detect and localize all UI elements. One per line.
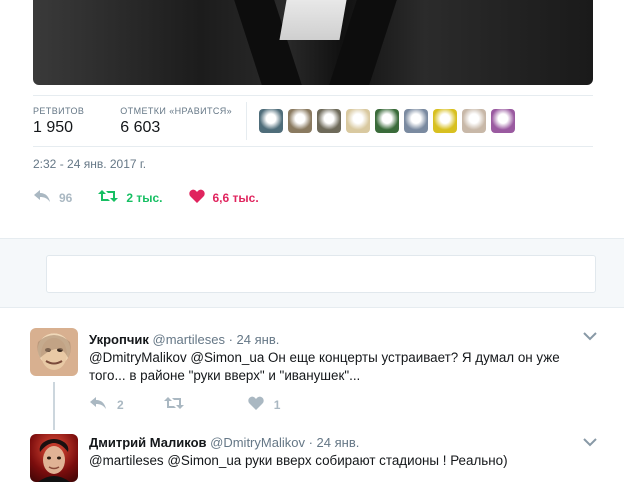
- liker-avatars: [259, 109, 516, 133]
- avatar[interactable]: [30, 434, 78, 482]
- separator-dot: ·: [228, 332, 233, 347]
- photo-detail: [279, 0, 347, 40]
- like-button[interactable]: 6,6 тыс.: [188, 188, 259, 208]
- chevron-down-icon[interactable]: [583, 330, 597, 344]
- reply-text: @DmitryMalikov @Simon_ua Он еще концерты…: [89, 349, 589, 385]
- avatar-face-icon: [37, 335, 71, 370]
- liker-avatar[interactable]: [317, 109, 342, 133]
- reply-header: Укропчик @martileses · 24 янв.: [89, 332, 279, 347]
- reply-actions: 2 1: [89, 396, 320, 413]
- reply-button[interactable]: 96: [33, 188, 72, 208]
- heart-icon: [188, 188, 205, 208]
- liker-avatar[interactable]: [404, 109, 429, 133]
- tweet-actions: 96 2 тыс. 6,6 тыс.: [33, 188, 285, 208]
- reply-header: Дмитрий Маликов @DmitryMalikov · 24 янв.: [89, 435, 359, 450]
- retweet-button[interactable]: 2 тыс.: [98, 188, 163, 208]
- liker-avatar[interactable]: [259, 109, 284, 133]
- retweets-stat[interactable]: РЕТВИТОВ 1 950: [33, 106, 120, 137]
- author-handle[interactable]: @martileses: [153, 332, 225, 347]
- retweet-count: 2 тыс.: [126, 191, 163, 205]
- reply-icon: [33, 188, 51, 208]
- reply-text-line: того... в районе "руки вверх" и "ивануше…: [89, 368, 361, 383]
- separator-dot: ·: [308, 435, 313, 450]
- likes-value: 6 603: [120, 118, 161, 136]
- liker-avatar[interactable]: [462, 109, 487, 133]
- retweet-icon: [98, 188, 119, 208]
- tweet-stats: РЕТВИТОВ 1 950 ОТМЕТКИ «НРАВИТСЯ» 6 603: [33, 95, 593, 147]
- reply-text-line: @martileses @Simon_ua руки вверх собираю…: [89, 453, 508, 468]
- author-name[interactable]: Дмитрий Маликов: [89, 435, 207, 450]
- reply-text-line: @DmitryMalikov @Simon_ua Он еще концерты…: [89, 350, 560, 365]
- likes-stat[interactable]: ОТМЕТКИ «НРАВИТСЯ» 6 603: [120, 102, 248, 140]
- reply-area: [0, 238, 624, 308]
- chevron-down-icon[interactable]: [583, 436, 597, 450]
- likes-label: ОТМЕТКИ «НРАВИТСЯ»: [120, 105, 233, 116]
- tweet-photo[interactable]: [33, 0, 593, 85]
- tweet-timestamp: 2:32 - 24 янв. 2017 г.: [33, 157, 147, 171]
- reply-time[interactable]: 24 янв.: [237, 332, 280, 347]
- avatar[interactable]: [30, 328, 78, 376]
- reply-input[interactable]: [46, 255, 596, 293]
- avatar-face-icon: [38, 439, 70, 482]
- retweets-label: РЕТВИТОВ: [33, 105, 85, 116]
- liker-avatar[interactable]: [491, 109, 516, 133]
- liker-avatar[interactable]: [433, 109, 458, 133]
- liker-avatar[interactable]: [288, 109, 313, 133]
- thread-connector: [53, 382, 55, 430]
- liker-avatar[interactable]: [346, 109, 371, 133]
- retweets-value: 1 950: [33, 118, 74, 136]
- like-count: 1: [273, 397, 281, 412]
- reply-time[interactable]: 24 янв.: [317, 435, 360, 450]
- reply-count: 2: [117, 397, 124, 412]
- retweet-button[interactable]: [163, 396, 194, 413]
- author-handle[interactable]: @DmitryMalikov: [210, 435, 305, 450]
- like-count: 6,6 тыс.: [212, 191, 259, 205]
- reply-count: 96: [59, 191, 73, 205]
- reply-text: @martileses @Simon_ua руки вверх собираю…: [89, 452, 589, 470]
- retweet-icon: [163, 396, 184, 413]
- reply-icon: [89, 396, 107, 413]
- reply-button[interactable]: 2: [89, 396, 124, 413]
- heart-icon: [248, 396, 264, 413]
- author-name[interactable]: Укропчик: [89, 332, 149, 347]
- liker-avatar[interactable]: [375, 109, 400, 133]
- like-button[interactable]: 1: [248, 396, 281, 413]
